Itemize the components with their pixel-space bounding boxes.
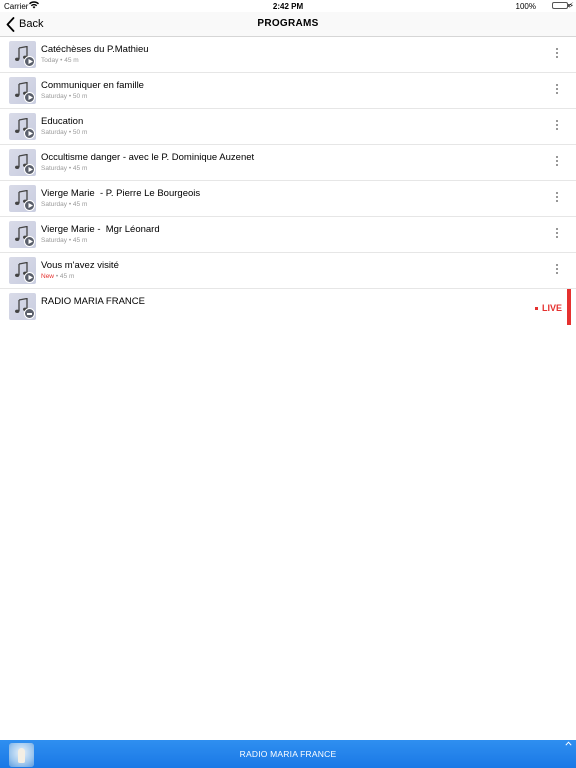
play-badge-icon bbox=[24, 164, 35, 175]
more-options-icon[interactable] bbox=[554, 228, 560, 242]
program-title: Communiquer en famille bbox=[41, 80, 144, 91]
program-meta: Today • 45 m bbox=[41, 57, 79, 64]
play-icon bbox=[28, 203, 33, 208]
program-row[interactable]: Vierge Marie - P. Pierre Le Bourgeois Sat… bbox=[0, 181, 576, 217]
play-icon bbox=[28, 239, 33, 244]
program-meta: Saturday • 50 m bbox=[41, 129, 87, 136]
more-options-icon[interactable] bbox=[554, 120, 560, 134]
program-title: Education bbox=[41, 116, 84, 127]
program-duration: 45 m bbox=[72, 237, 88, 244]
status-bar: Carrier 2:42 PM 100% ⚡ bbox=[0, 0, 576, 12]
program-title: Vierge Marie - P. Pierre Le Bourgeois bbox=[41, 188, 201, 199]
live-dot-icon bbox=[534, 306, 538, 310]
program-title: Occultisme danger - avec le P. Dominique… bbox=[41, 152, 255, 163]
navigation-bar: Back PROGRAMS bbox=[0, 12, 576, 37]
program-thumbnail bbox=[9, 221, 36, 248]
program-meta: Saturday • 50 m bbox=[41, 93, 87, 100]
play-icon bbox=[28, 131, 33, 136]
program-duration: 45 m bbox=[72, 165, 88, 172]
program-duration: 50 m bbox=[72, 93, 88, 100]
play-icon bbox=[28, 95, 33, 100]
program-day: Saturday bbox=[41, 201, 68, 208]
more-options-icon[interactable] bbox=[554, 192, 560, 206]
play-badge-icon bbox=[24, 200, 35, 211]
program-day: Today bbox=[41, 57, 59, 64]
program-thumbnail bbox=[9, 185, 36, 212]
program-day: Saturday bbox=[41, 93, 68, 100]
program-title: Catéchèses du P.Mathieu bbox=[41, 44, 149, 55]
program-duration: 50 m bbox=[72, 129, 88, 136]
program-thumbnail bbox=[9, 149, 36, 176]
program-day: Saturday bbox=[41, 237, 68, 244]
live-indicator: LIVE bbox=[534, 303, 562, 313]
program-thumbnail bbox=[9, 257, 36, 284]
program-day: Saturday bbox=[41, 165, 68, 172]
program-row[interactable]: Communiquer en famille Saturday • 50 m bbox=[0, 73, 576, 109]
program-meta: New • 45 m bbox=[41, 273, 74, 280]
program-duration: 45 m bbox=[72, 201, 88, 208]
program-row[interactable]: Vierge Marie - Mgr Léonard Saturday • 45 … bbox=[0, 217, 576, 253]
program-meta: Saturday • 45 m bbox=[41, 237, 87, 244]
battery-percent: 100% bbox=[515, 2, 536, 11]
more-options-icon[interactable] bbox=[554, 156, 560, 170]
player-station-name: RADIO MARIA FRANCE bbox=[239, 749, 337, 759]
charging-icon: ⚡ bbox=[568, 1, 574, 10]
live-station-row[interactable]: RADIO MARIA FRANCE LIVE bbox=[0, 289, 576, 325]
station-title: RADIO MARIA FRANCE bbox=[41, 296, 145, 307]
more-options-icon[interactable] bbox=[554, 264, 560, 278]
battery-icon bbox=[552, 2, 570, 9]
program-duration: 45 m bbox=[59, 273, 75, 280]
play-icon bbox=[28, 167, 33, 172]
clock: 2:42 PM bbox=[272, 2, 304, 11]
chevron-up-icon[interactable] bbox=[565, 741, 572, 746]
programs-list: Catéchèses du P.Mathieu Today • 45 m Commu… bbox=[0, 37, 576, 325]
program-row[interactable]: Occultisme danger - avec le P. Dominique… bbox=[0, 145, 576, 181]
play-badge-icon bbox=[24, 272, 35, 283]
live-badge-icon bbox=[24, 308, 35, 319]
play-badge-icon bbox=[24, 128, 35, 139]
program-thumbnail bbox=[9, 77, 36, 104]
more-options-icon[interactable] bbox=[554, 48, 560, 62]
program-duration: 45 m bbox=[64, 57, 79, 64]
program-title: Vierge Marie - Mgr Léonard bbox=[41, 224, 160, 235]
program-thumbnail bbox=[9, 41, 36, 68]
program-day: Saturday bbox=[41, 129, 68, 136]
play-badge-icon bbox=[24, 236, 35, 247]
play-badge-icon bbox=[24, 92, 35, 103]
play-icon bbox=[28, 59, 33, 64]
program-title: Vous m'avez visité bbox=[41, 260, 119, 271]
program-meta: Saturday • 45 m bbox=[41, 201, 87, 208]
program-meta: Saturday • 45 m bbox=[41, 165, 87, 172]
program-row[interactable]: Vous m'avez visité New • 45 m bbox=[0, 253, 576, 289]
live-label: LIVE bbox=[541, 303, 562, 313]
program-day: New bbox=[41, 273, 55, 280]
program-row[interactable]: Education Saturday • 50 m bbox=[0, 109, 576, 145]
program-row[interactable]: Catéchèses du P.Mathieu Today • 45 m bbox=[0, 37, 576, 73]
program-thumbnail bbox=[9, 113, 36, 140]
live-strip bbox=[567, 289, 571, 325]
mini-player[interactable]: RADIO MARIA FRANCE bbox=[0, 740, 576, 768]
station-thumbnail bbox=[9, 293, 36, 320]
play-icon bbox=[28, 275, 33, 280]
more-options-icon[interactable] bbox=[554, 84, 560, 98]
play-badge-icon bbox=[24, 56, 35, 67]
page-title: PROGRAMS bbox=[257, 18, 319, 29]
